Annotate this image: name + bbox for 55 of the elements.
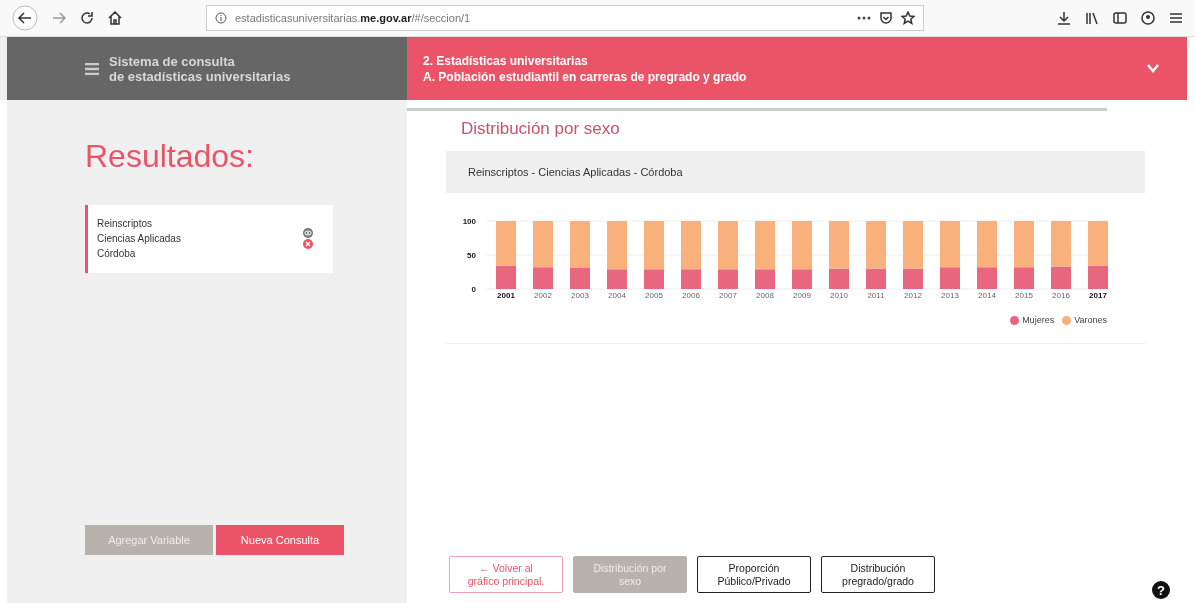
- axis-label: 2016: [1052, 291, 1070, 300]
- eye-icon[interactable]: [303, 228, 313, 238]
- axis-label: 2004: [608, 291, 626, 300]
- result-text: Reinscriptos: [97, 217, 154, 231]
- legend-label: Mujeres: [1022, 315, 1055, 325]
- pocket-icon[interactable]: [879, 11, 893, 25]
- axis-label: 100: [462, 217, 476, 226]
- new-query-button[interactable]: Nueva Consulta: [216, 525, 344, 555]
- app-title: de estadísticas universitarias: [109, 68, 291, 84]
- help-button[interactable]: ?: [1152, 581, 1170, 599]
- reload-icon[interactable]: [80, 11, 94, 25]
- account-icon[interactable]: [1141, 11, 1155, 25]
- info-icon[interactable]: [215, 12, 227, 24]
- section-subtitle: A. Población estudiantil en carreras de pregrado y grado: [423, 68, 748, 85]
- axis-label: 2015: [1015, 291, 1033, 300]
- menu-icon[interactable]: [85, 62, 99, 75]
- axis-label: 0: [471, 285, 476, 294]
- menu-icon[interactable]: [1169, 11, 1183, 25]
- back-button[interactable]: ← Volver al gráfico principal.: [449, 556, 563, 593]
- app-title: Sistema de consulta: [109, 53, 236, 69]
- results-heading: Resultados:: [85, 138, 255, 175]
- axis-label: 2002: [534, 291, 552, 300]
- axis-label: 2003: [571, 291, 589, 300]
- chart-option-button[interactable]: Proporción Público/Privado: [697, 556, 811, 593]
- axis-label: 2010: [830, 291, 848, 300]
- axis-label: 50: [467, 251, 476, 260]
- chevron-down-icon[interactable]: [1147, 64, 1159, 73]
- library-icon[interactable]: [1085, 11, 1099, 25]
- close-icon[interactable]: [303, 239, 313, 249]
- axis-label: 2014: [978, 291, 996, 300]
- axis-label: 2007: [719, 291, 737, 300]
- axis-label: 2009: [793, 291, 811, 300]
- url-text[interactable]: estadisticasuniversitarias.me.gov.ar/#/seccion/1: [235, 12, 471, 24]
- chart-title: Distribución por sexo: [461, 119, 621, 139]
- axis-label: 2017: [1089, 291, 1107, 300]
- star-icon[interactable]: [901, 11, 915, 25]
- axis-label: 2001: [497, 291, 515, 300]
- home-icon[interactable]: [108, 11, 122, 25]
- forward-icon[interactable]: [52, 11, 66, 25]
- result-text: Córdoba: [97, 247, 137, 261]
- sidebar-icon[interactable]: [1113, 11, 1127, 25]
- axis-label: 2006: [682, 291, 700, 300]
- axis-label: 2008: [756, 291, 774, 300]
- download-icon[interactable]: [1057, 11, 1071, 25]
- legend-label: Varones: [1074, 315, 1107, 325]
- back-icon[interactable]: [12, 5, 38, 31]
- axis-label: 2011: [867, 291, 885, 300]
- result-text: Ciencias Aplicadas: [97, 232, 182, 246]
- axis-label: 2012: [904, 291, 922, 300]
- card-title: Reinscriptos - Ciencias Aplicadas - Córdoba: [468, 166, 683, 178]
- axis-label: 2005: [645, 291, 663, 300]
- chart-option-button[interactable]: Distribución pregrado/grado: [821, 556, 935, 593]
- axis-label: 2013: [941, 291, 959, 300]
- more-icon[interactable]: [857, 16, 871, 20]
- section-title: 2. Estadísticas universitarias: [423, 52, 589, 69]
